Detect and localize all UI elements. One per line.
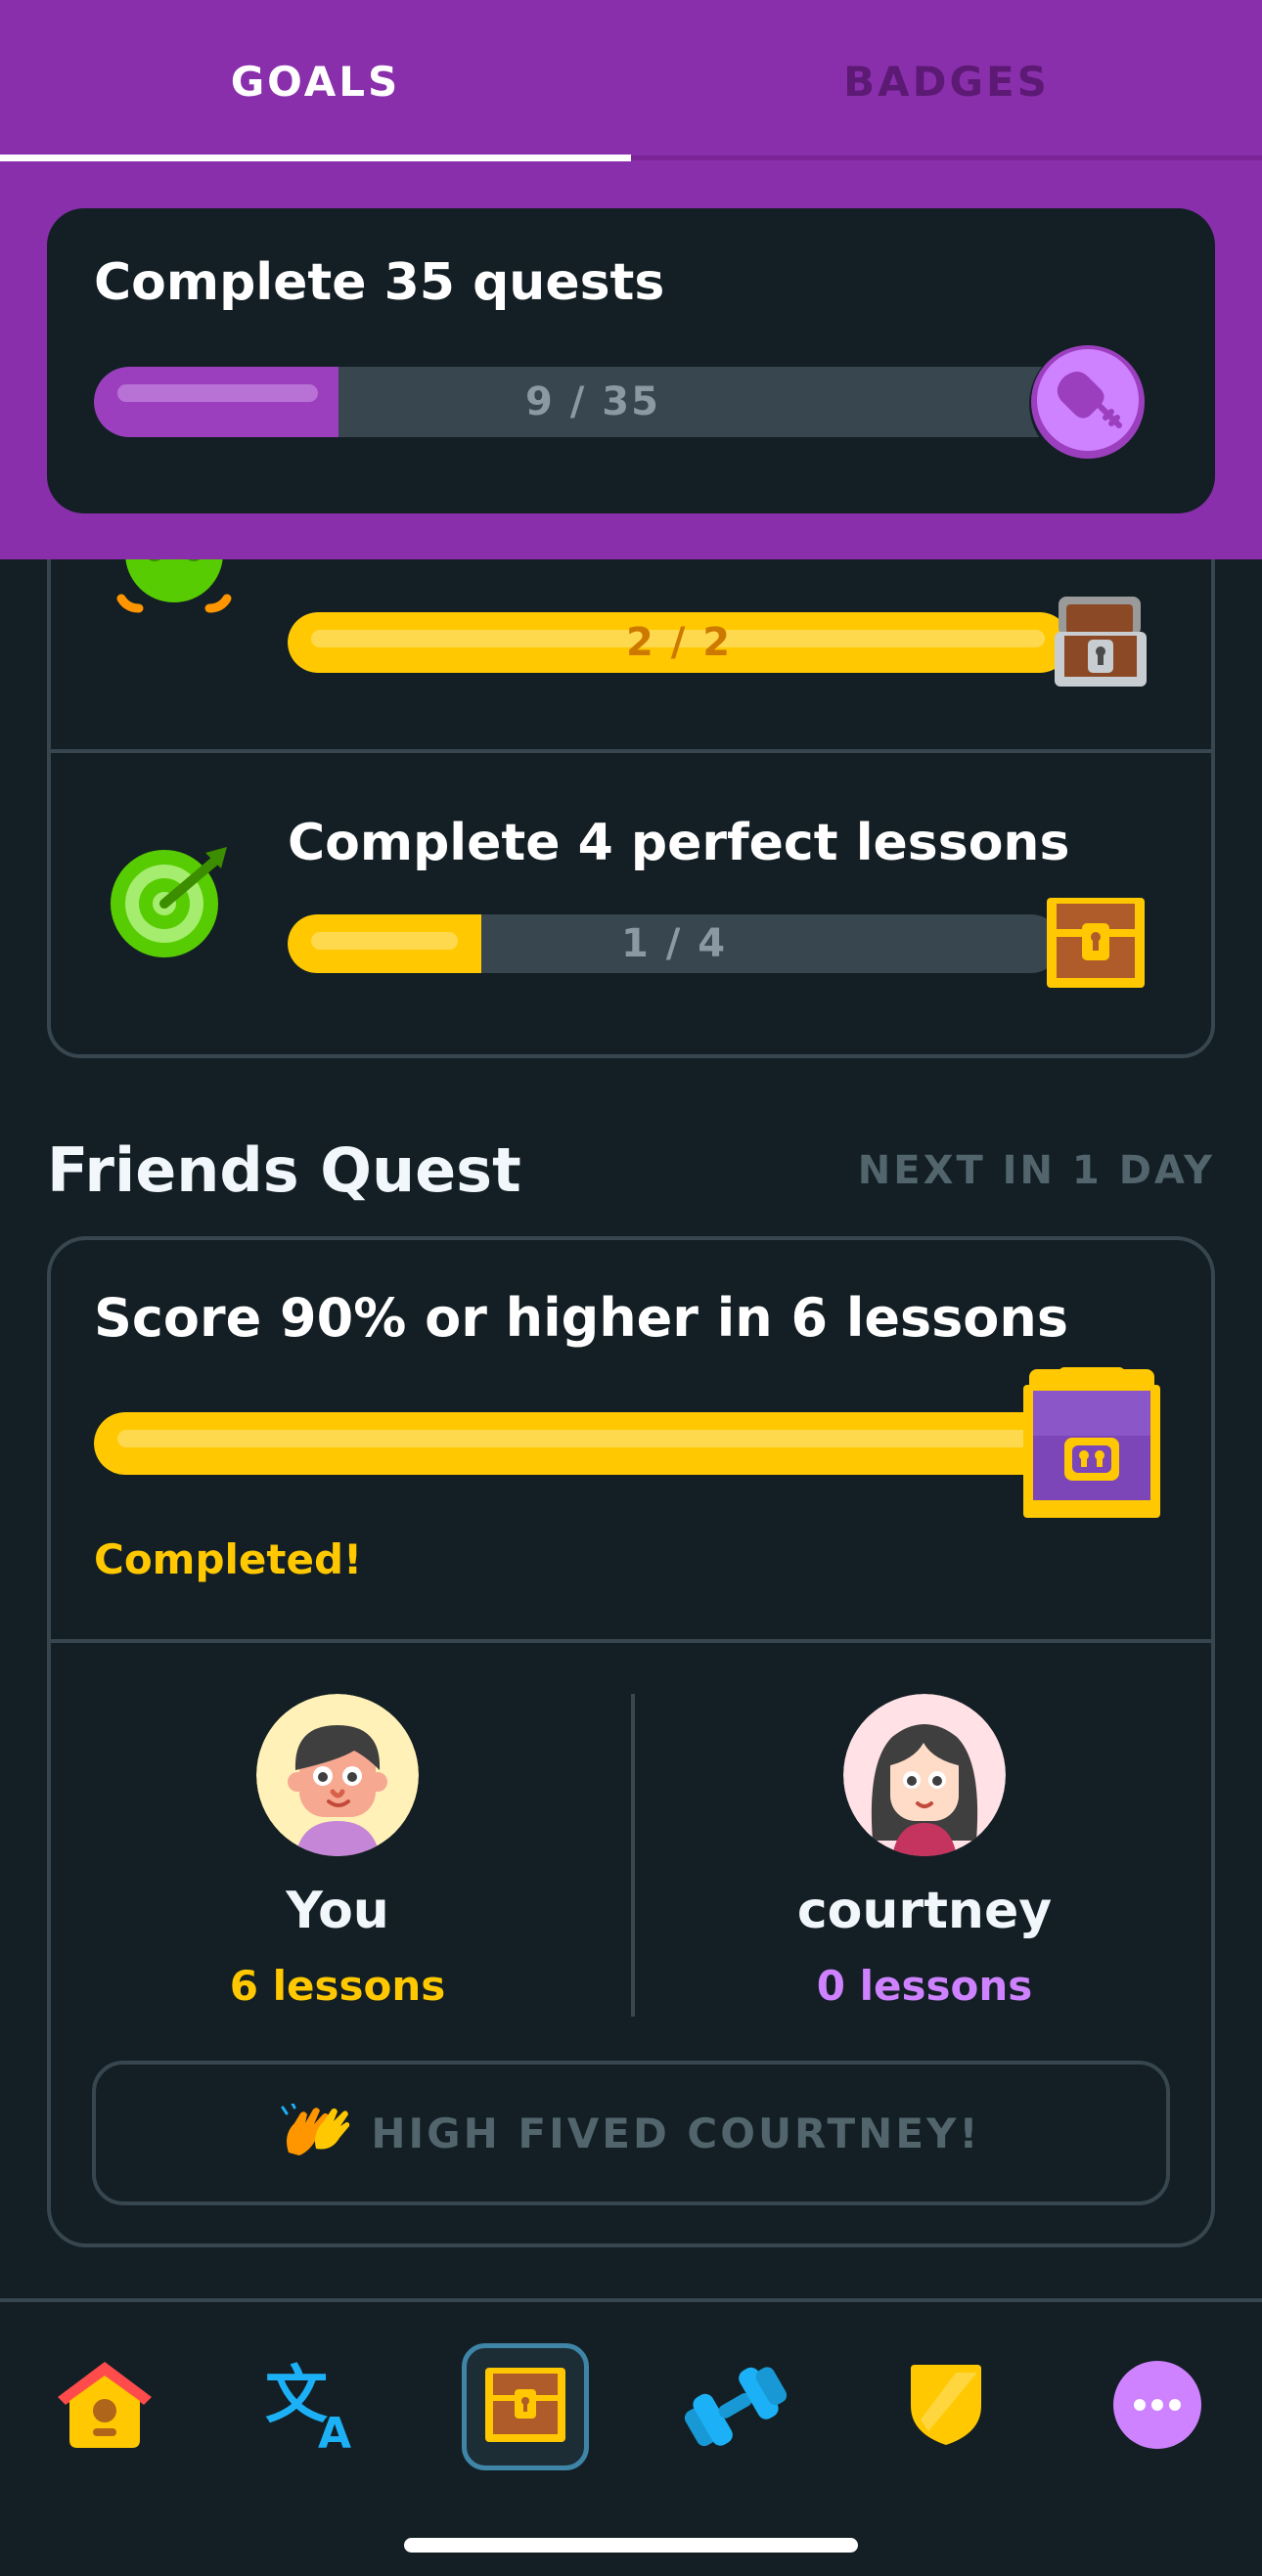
friends-quest-goal: Score 90% or higher in 6 lessons — [94, 1287, 1068, 1349]
quests-header: GOALS BADGES Complete 35 quests 9 / 35 — [0, 0, 1262, 559]
nav-quests[interactable] — [462, 2343, 589, 2470]
monthly-progress-label: 9 / 35 — [525, 379, 660, 424]
quest-progress-label: 2 / 2 — [625, 620, 733, 665]
nav-leagues[interactable] — [882, 2343, 1010, 2470]
gold-chest-icon — [1045, 894, 1147, 992]
nav-practice[interactable] — [671, 2343, 798, 2470]
purple-chest-icon — [1019, 1367, 1164, 1520]
tab-badges[interactable]: BADGES — [631, 0, 1262, 162]
high-five-button[interactable]: HIGH FIVED COURTNEY! — [92, 2061, 1170, 2205]
next-quest-timer: NEXT IN 1 DAY — [857, 1148, 1215, 1193]
quest-progress-label: 1 / 4 — [620, 921, 728, 966]
high-five-hands-icon — [281, 2102, 351, 2162]
home-indicator[interactable] — [404, 2538, 858, 2553]
dumbbell-icon — [678, 2358, 791, 2456]
opened-chest-icon — [1053, 593, 1150, 690]
purple-monthly-badge-icon — [1025, 339, 1152, 466]
tab-divider — [631, 155, 1262, 160]
target-icon — [110, 845, 237, 962]
friends-divider — [51, 1639, 1211, 1643]
quest-progress-bar: 2 / 2 — [288, 612, 1070, 673]
bottom-navigation — [0, 2298, 1262, 2576]
translate-icon: 文 A — [265, 2358, 363, 2459]
quest-status: Completed! — [94, 1535, 363, 1583]
friends-quest-title: Friends Quest — [47, 1134, 521, 1206]
quest-progress-bar: 1 / 4 — [288, 914, 1060, 973]
chest-icon — [483, 2366, 567, 2448]
svg-text:A: A — [318, 2409, 351, 2452]
participant-lesson-count: 6 lessons — [229, 1962, 446, 2010]
monthly-challenge-title: Complete 35 quests — [94, 253, 665, 312]
quest-divider — [51, 749, 1211, 753]
participant-name: courtney — [796, 1882, 1053, 1940]
participant-name: You — [286, 1882, 389, 1940]
shield-icon — [907, 2363, 985, 2451]
monthly-progress-bar: 9 / 35 — [94, 367, 1111, 437]
nav-characters[interactable]: 文 A — [250, 2343, 378, 2470]
more-dots-icon — [1112, 2360, 1202, 2454]
participant-divider — [631, 1694, 635, 2017]
nav-home[interactable] — [41, 2343, 168, 2470]
avatar-you[interactable] — [256, 1694, 419, 1856]
friends-progress-bar — [94, 1412, 1072, 1475]
avatar-courtney[interactable] — [843, 1694, 1006, 1856]
tab-active-indicator — [0, 155, 631, 161]
participant-lesson-count: 0 lessons — [816, 1962, 1033, 2010]
nav-more[interactable] — [1094, 2343, 1221, 2470]
high-five-label: HIGH FIVED COURTNEY! — [371, 2109, 981, 2157]
quest-title: Complete 4 perfect lessons — [288, 814, 1070, 872]
monthly-challenge-card[interactable]: Complete 35 quests 9 / 35 — [47, 208, 1215, 513]
tab-goals[interactable]: GOALS — [0, 0, 631, 162]
home-icon — [54, 2358, 156, 2456]
